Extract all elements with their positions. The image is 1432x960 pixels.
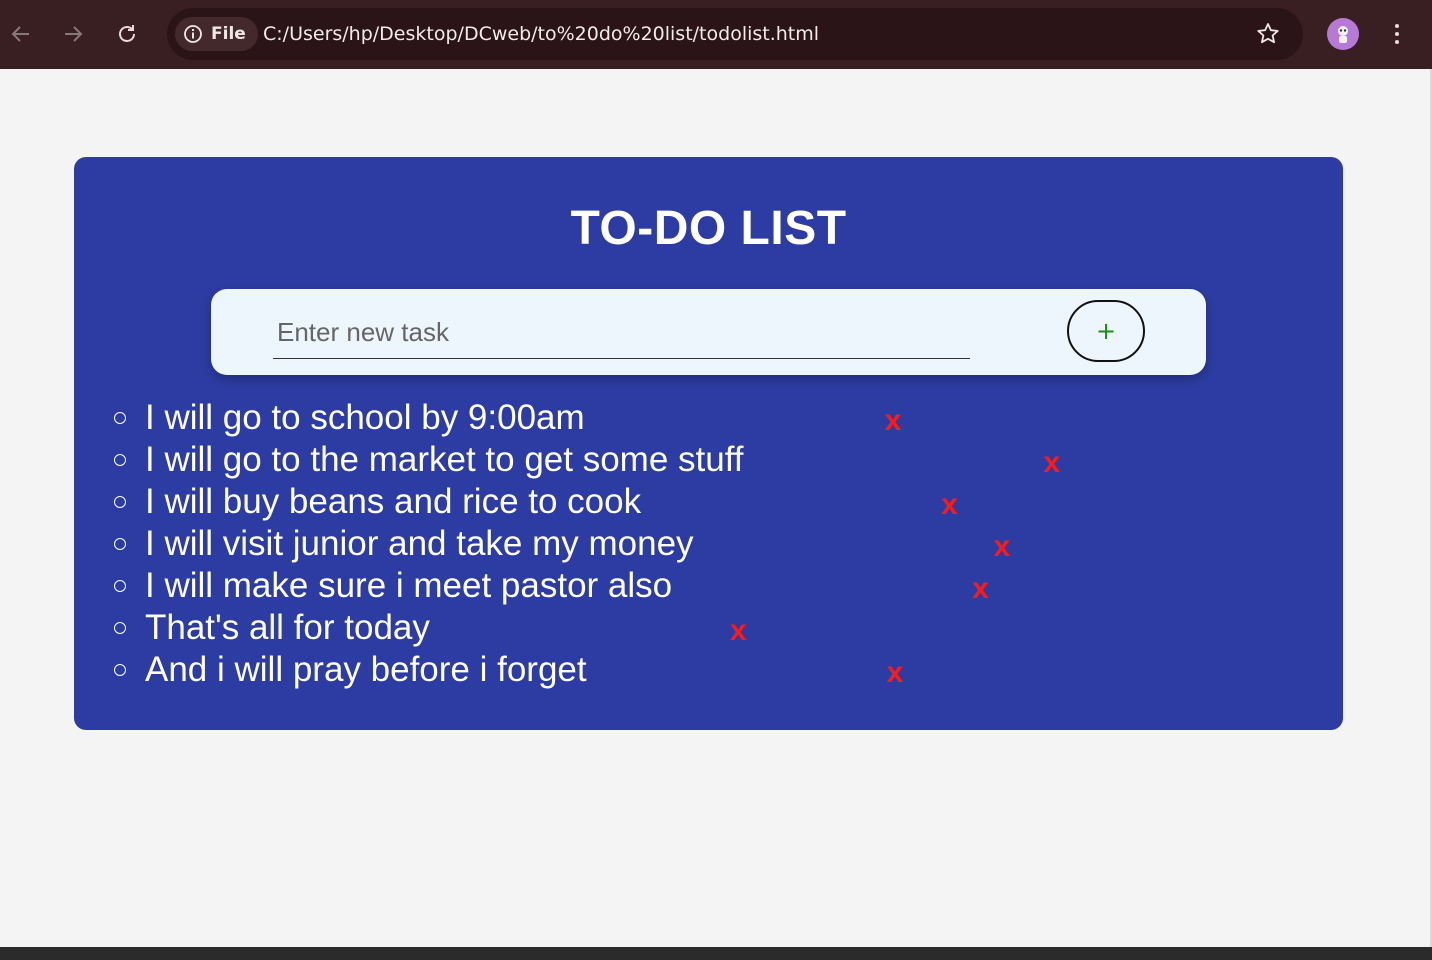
- task-text: I will go to school by 9:00am: [145, 398, 585, 437]
- address-bar[interactable]: File C:/Users/hp/Desktop/DCweb/to%20do%2…: [167, 8, 1303, 60]
- list-item: I will visit junior and take my money x: [114, 523, 1060, 565]
- site-info-chip[interactable]: File: [175, 17, 258, 51]
- list-item: I will buy beans and rice to cook x: [114, 481, 1060, 523]
- todo-card: TO-DO LIST + I will go to school by 9:00…: [74, 157, 1343, 730]
- list-item: I will go to school by 9:00am x: [114, 397, 1060, 439]
- task-text: I will buy beans and rice to cook: [145, 482, 642, 521]
- bullet-icon: [114, 664, 126, 676]
- bullet-icon: [114, 538, 126, 550]
- reload-icon[interactable]: [110, 17, 144, 51]
- delete-task-button[interactable]: x: [730, 614, 747, 648]
- bullet-icon: [114, 412, 126, 424]
- star-icon[interactable]: [1255, 21, 1281, 47]
- list-item: That's all for today x: [114, 607, 1060, 649]
- page-viewport: TO-DO LIST + I will go to school by 9:00…: [0, 69, 1432, 947]
- delete-task-button[interactable]: x: [994, 530, 1011, 564]
- add-task-button[interactable]: +: [1067, 300, 1145, 362]
- bullet-icon: [114, 580, 126, 592]
- task-list: I will go to school by 9:00am x I will g…: [114, 397, 1060, 691]
- bullet-icon: [114, 496, 126, 508]
- page-title: TO-DO LIST: [570, 202, 847, 255]
- delete-task-button[interactable]: x: [941, 488, 958, 522]
- os-taskbar: [0, 947, 1432, 960]
- bullet-icon: [114, 622, 126, 634]
- browser-toolbar: File C:/Users/hp/Desktop/DCweb/to%20do%2…: [0, 0, 1432, 69]
- info-icon: [184, 25, 202, 43]
- forward-arrow-icon[interactable]: [56, 17, 90, 51]
- delete-task-button[interactable]: x: [1044, 446, 1061, 480]
- delete-task-button[interactable]: x: [885, 404, 902, 438]
- delete-task-button[interactable]: x: [972, 572, 989, 606]
- list-item: I will go to the market to get some stuf…: [114, 439, 1060, 481]
- url-text[interactable]: C:/Users/hp/Desktop/DCweb/to%20do%20list…: [263, 8, 819, 60]
- site-info-label: File: [211, 24, 246, 44]
- task-text: And i will pray before i forget: [145, 650, 587, 689]
- list-item: And i will pray before i forget x: [114, 649, 1060, 691]
- task-text: That's all for today: [145, 608, 430, 647]
- task-text: I will visit junior and take my money: [145, 524, 694, 563]
- delete-task-button[interactable]: x: [887, 656, 904, 690]
- task-input[interactable]: [273, 307, 970, 359]
- list-item: I will make sure i meet pastor also x: [114, 565, 1060, 607]
- task-text: I will go to the market to get some stuf…: [145, 440, 744, 479]
- bullet-icon: [114, 454, 126, 466]
- back-arrow-icon[interactable]: [4, 17, 38, 51]
- task-input-row: +: [211, 289, 1206, 375]
- task-text: I will make sure i meet pastor also: [145, 566, 673, 605]
- kebab-menu-icon[interactable]: [1384, 18, 1410, 50]
- avatar-icon[interactable]: [1327, 18, 1359, 50]
